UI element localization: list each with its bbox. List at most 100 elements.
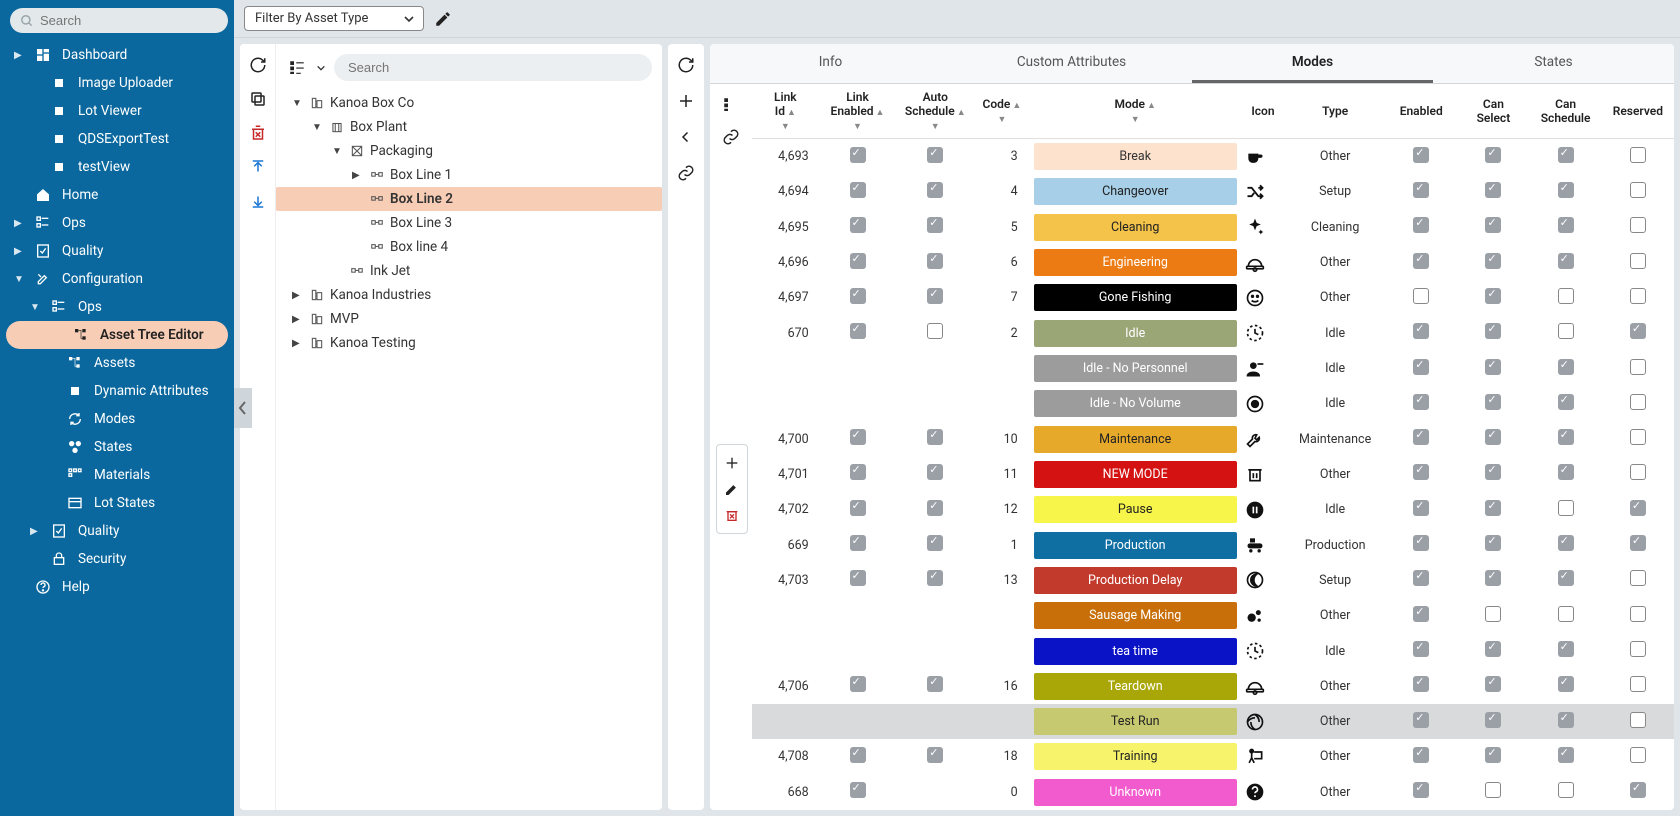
edit-row-icon[interactable]	[724, 481, 740, 497]
mode-row[interactable]: 4,70313Production DelaySetup	[752, 563, 1674, 598]
col-link-id[interactable]: LinkId▲▼	[752, 84, 819, 139]
checkbox[interactable]	[927, 570, 943, 586]
checkbox[interactable]	[1485, 500, 1501, 516]
checkbox[interactable]	[1413, 394, 1429, 410]
checkbox[interactable]	[1485, 359, 1501, 375]
grid-link-icon[interactable]	[722, 128, 740, 146]
checkbox[interactable]	[927, 182, 943, 198]
tree-twisty[interactable]: ▶	[292, 338, 304, 349]
nav-item-security[interactable]: Security	[0, 545, 234, 573]
filter-asset-type-select[interactable]: Filter By Asset Type	[244, 6, 424, 31]
mode-row[interactable]: 4,6977Gone FishingOther	[752, 280, 1674, 315]
checkbox[interactable]	[1630, 394, 1646, 410]
checkbox[interactable]	[1558, 641, 1574, 657]
mode-row[interactable]: 4,6944ChangeoverSetup	[752, 174, 1674, 209]
nav-item-help[interactable]: Help	[0, 573, 234, 601]
checkbox[interactable]	[1485, 570, 1501, 586]
nav-item-assets[interactable]: Assets	[0, 349, 234, 377]
checkbox[interactable]	[1630, 676, 1646, 692]
checkbox[interactable]	[1485, 606, 1501, 622]
checkbox[interactable]	[1558, 359, 1574, 375]
mode-row[interactable]: Idle - No PersonnelIdle	[752, 351, 1674, 386]
checkbox[interactable]	[1558, 429, 1574, 445]
checkbox[interactable]	[850, 323, 866, 339]
checkbox[interactable]	[1558, 676, 1574, 692]
checkbox[interactable]	[1630, 606, 1646, 622]
checkbox[interactable]	[1630, 182, 1646, 198]
col-link-enabled[interactable]: LinkEnabled▲▼	[819, 84, 897, 139]
checkbox[interactable]	[1413, 323, 1429, 339]
checkbox[interactable]	[1630, 535, 1646, 551]
checkbox[interactable]	[850, 782, 866, 798]
checkbox[interactable]	[1413, 782, 1429, 798]
checkbox[interactable]	[1558, 747, 1574, 763]
nav-item-asset-tree-editor[interactable]: Asset Tree Editor	[6, 321, 228, 349]
grid-filter-icon[interactable]	[722, 96, 740, 114]
col-mode[interactable]: Mode▲▼	[1030, 84, 1241, 139]
checkbox[interactable]	[1413, 606, 1429, 622]
checkbox[interactable]	[927, 253, 943, 269]
collapse-left-icon[interactable]	[677, 128, 695, 146]
checkbox[interactable]	[927, 535, 943, 551]
checkbox[interactable]	[1630, 429, 1646, 445]
nav-item-home[interactable]: Home	[0, 181, 234, 209]
tree-twisty[interactable]: ▶	[352, 170, 364, 181]
add-row-icon[interactable]	[724, 455, 740, 471]
checkbox[interactable]	[1558, 288, 1574, 304]
checkbox[interactable]	[927, 500, 943, 516]
link-icon[interactable]	[677, 164, 695, 182]
checkbox[interactable]	[1630, 747, 1646, 763]
checkbox[interactable]	[927, 747, 943, 763]
copy-icon[interactable]	[249, 90, 267, 108]
checkbox[interactable]	[1630, 359, 1646, 375]
mode-row[interactable]: 6691ProductionProduction	[752, 527, 1674, 562]
checkbox[interactable]	[850, 500, 866, 516]
checkbox[interactable]	[1485, 712, 1501, 728]
col-reserved[interactable]: Reserved	[1602, 84, 1674, 139]
checkbox[interactable]	[1630, 641, 1646, 657]
checkbox[interactable]	[1413, 641, 1429, 657]
col-icon[interactable]: Icon	[1241, 84, 1285, 139]
checkbox[interactable]	[927, 323, 943, 339]
checkbox[interactable]	[850, 147, 866, 163]
checkbox[interactable]	[927, 676, 943, 692]
checkbox[interactable]	[1485, 217, 1501, 233]
tab-modes[interactable]: Modes	[1192, 44, 1433, 83]
checkbox[interactable]	[927, 429, 943, 445]
checkbox[interactable]	[1413, 676, 1429, 692]
checkbox[interactable]	[1485, 464, 1501, 480]
checkbox[interactable]	[1485, 747, 1501, 763]
col-can-schedule[interactable]: CanSchedule	[1530, 84, 1602, 139]
checkbox[interactable]	[1413, 359, 1429, 375]
checkbox[interactable]	[850, 464, 866, 480]
checkbox[interactable]	[850, 288, 866, 304]
checkbox[interactable]	[1413, 747, 1429, 763]
checkbox[interactable]	[1485, 253, 1501, 269]
mode-row[interactable]: Test RunOther	[752, 704, 1674, 739]
checkbox[interactable]	[1558, 253, 1574, 269]
mode-row[interactable]: 6702IdleIdle	[752, 316, 1674, 351]
mode-row[interactable]: 4,6955CleaningCleaning	[752, 210, 1674, 245]
col-code[interactable]: Code▲▼	[974, 84, 1030, 139]
checkbox[interactable]	[1558, 147, 1574, 163]
mode-row[interactable]: 4,6933BreakOther	[752, 139, 1674, 175]
checkbox[interactable]	[1630, 323, 1646, 339]
nav-item-modes[interactable]: Modes	[0, 405, 234, 433]
nav-item-lot-viewer[interactable]: Lot Viewer	[0, 97, 234, 125]
checkbox[interactable]	[927, 147, 943, 163]
checkbox[interactable]	[1558, 570, 1574, 586]
nav-item-dynamic-attributes[interactable]: Dynamic Attributes	[0, 377, 234, 405]
tab-custom-attributes[interactable]: Custom Attributes	[951, 44, 1192, 83]
checkbox[interactable]	[1558, 606, 1574, 622]
col-can-select[interactable]: CanSelect	[1457, 84, 1529, 139]
nav-item-quality[interactable]: ▶Quality	[0, 517, 234, 545]
checkbox[interactable]	[1630, 253, 1646, 269]
mode-row[interactable]: 6680UnknownOther	[752, 775, 1674, 810]
checkbox[interactable]	[1630, 782, 1646, 798]
tree-node-kanoa-testing[interactable]: ▶Kanoa Testing	[276, 331, 662, 355]
checkbox[interactable]	[1485, 782, 1501, 798]
download-icon[interactable]	[249, 192, 267, 210]
checkbox[interactable]	[1630, 712, 1646, 728]
checkbox[interactable]	[1485, 394, 1501, 410]
nav-item-qdsexporttest[interactable]: QDSExportTest	[0, 125, 234, 153]
